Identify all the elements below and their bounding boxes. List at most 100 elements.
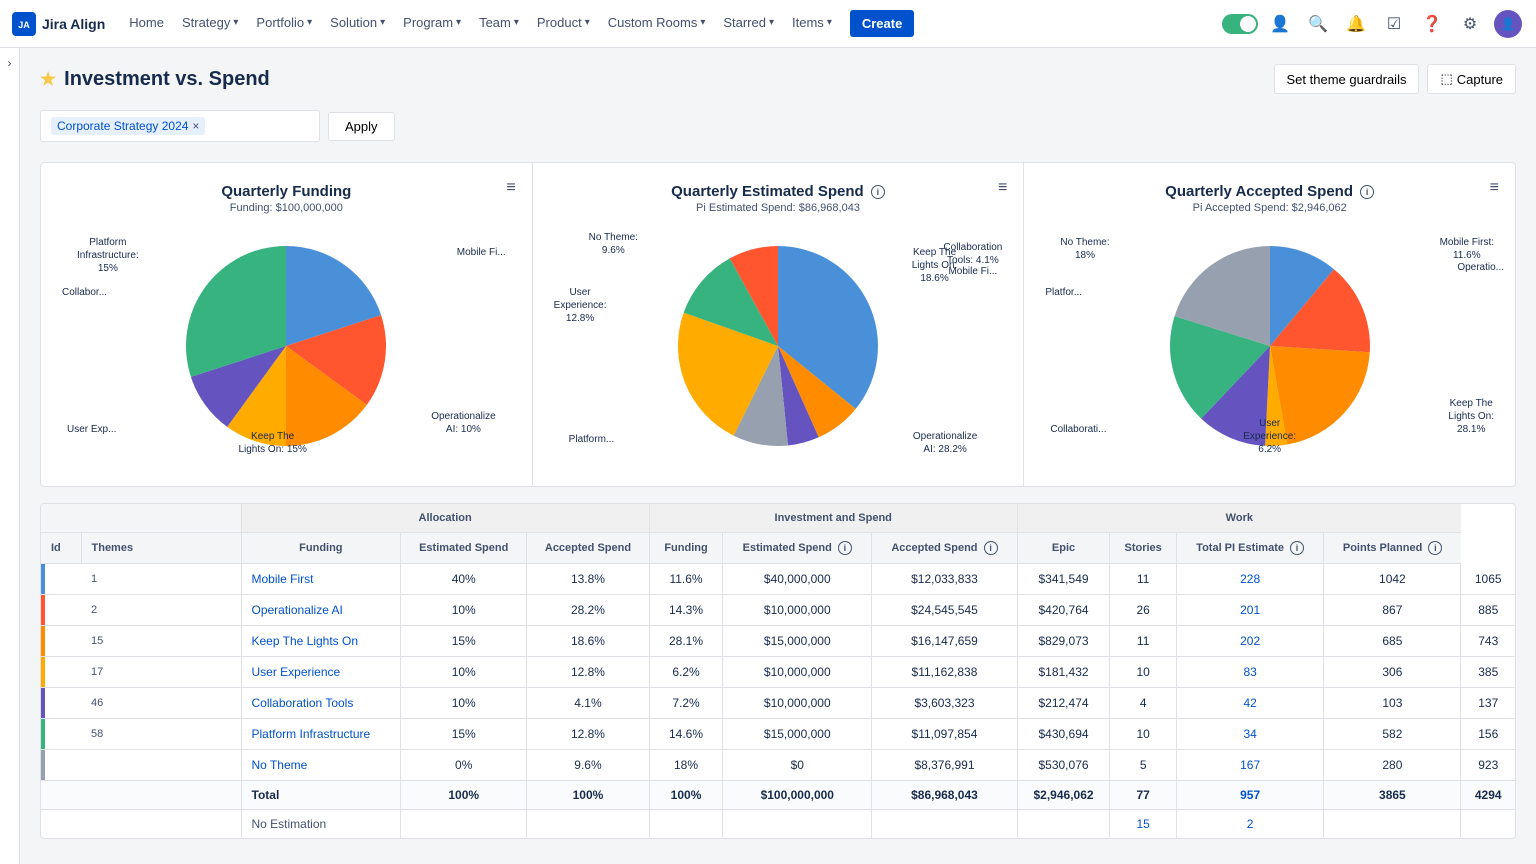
create-button[interactable]: Create: [850, 10, 914, 37]
label-mobile-acc: Mobile First:11.6%: [1440, 237, 1494, 261]
cell-acc-spend-pct: 14.6%: [649, 719, 723, 750]
apply-button[interactable]: Apply: [328, 112, 395, 141]
label-operationalize: OperationalizeAI: 10%: [431, 411, 495, 435]
page-actions: Set theme guardrails ⬚ Capture: [1274, 64, 1517, 94]
app-logo[interactable]: JA Jira Align: [12, 12, 105, 36]
label-no-theme-est: No Theme:9.6%: [589, 232, 638, 256]
info-icon[interactable]: i: [984, 541, 998, 555]
cell-total-funding: $100,000,000: [723, 781, 872, 810]
table-row: 15 Keep The Lights On 15% 18.6% 28.1% $1…: [41, 626, 1515, 657]
quarterly-estimated-subtitle: Pi Estimated Spend: $86,968,043: [549, 202, 1008, 214]
search-icon[interactable]: 🔍: [1302, 8, 1334, 40]
capture-button[interactable]: ⬚ Capture: [1427, 64, 1516, 94]
section-header-row: Allocation Investment and Spend Work: [41, 504, 1515, 533]
work-header: Work: [1017, 504, 1461, 533]
cell-acc-spend: $420,764: [1017, 595, 1110, 626]
bell-icon[interactable]: 🔔: [1340, 8, 1372, 40]
cell-funding-pct: 10%: [401, 688, 527, 719]
cell-est-spend-pct: 13.8%: [527, 564, 650, 595]
cell-est-spend-pct: 28.2%: [527, 595, 650, 626]
help-icon[interactable]: ❓: [1416, 8, 1448, 40]
cell-noest-label: No Estimation: [241, 810, 401, 839]
cell-noest-blank7: [1324, 810, 1461, 839]
toggle-switch[interactable]: [1222, 14, 1258, 34]
cell-color-stripe: [41, 657, 81, 688]
info-icon[interactable]: i: [1290, 541, 1304, 555]
theme-link[interactable]: Keep The Lights On: [252, 634, 359, 648]
chart-menu-icon[interactable]: ≡: [998, 179, 1007, 197]
nav-team[interactable]: Team▾: [471, 0, 527, 48]
cell-acc-spend: $829,073: [1017, 626, 1110, 657]
nav-program[interactable]: Program▾: [395, 0, 469, 48]
filter-tag-close[interactable]: ×: [192, 119, 199, 133]
cell-id: 2: [81, 595, 241, 626]
cell-points: 156: [1461, 719, 1515, 750]
filter-input[interactable]: Corporate Strategy 2024 ×: [40, 110, 320, 142]
cell-theme: No Theme: [241, 750, 401, 781]
empty-header: [41, 504, 241, 533]
nav-strategy[interactable]: Strategy▾: [174, 0, 246, 48]
chart-menu-icon[interactable]: ≡: [1490, 179, 1499, 197]
quarterly-accepted-chart: Mobile First:11.6% Operatio... Keep TheL…: [1040, 226, 1499, 466]
cell-stories: 202: [1176, 626, 1323, 657]
label-op-ai-acc: Operatio...: [1457, 262, 1504, 273]
nav-portfolio[interactable]: Portfolio▾: [248, 0, 320, 48]
nav-home[interactable]: Home: [121, 0, 172, 48]
col-pi-estimate: Total PI Estimate i: [1176, 533, 1323, 564]
quarterly-funding-subtitle: Funding: $100,000,000: [57, 202, 516, 214]
cell-total-points: 4294: [1461, 781, 1515, 810]
col-inv-acc: Accepted Spend i: [872, 533, 1017, 564]
user-icon[interactable]: 👤: [1264, 8, 1296, 40]
nav-solution[interactable]: Solution▾: [322, 0, 393, 48]
info-icon[interactable]: i: [871, 185, 885, 199]
cell-points: 885: [1461, 595, 1515, 626]
cell-points: 137: [1461, 688, 1515, 719]
chevron-down-icon: ▾: [514, 17, 519, 28]
cell-epic: 5: [1110, 750, 1177, 781]
nav-items-menu[interactable]: Items▾: [784, 0, 840, 48]
chart-menu-icon[interactable]: ≡: [506, 179, 515, 197]
star-icon[interactable]: ★: [40, 69, 56, 90]
checkbox-icon[interactable]: ☑: [1378, 8, 1410, 40]
cell-est-spend: $11,097,854: [872, 719, 1017, 750]
info-icon[interactable]: i: [1360, 185, 1374, 199]
info-icon[interactable]: i: [838, 541, 852, 555]
toggle-knob: [1240, 16, 1256, 32]
col-inv-funding: Funding: [649, 533, 723, 564]
cell-est-spend-pct: 18.6%: [527, 626, 650, 657]
cell-total-acc-pct: 100%: [649, 781, 723, 810]
cell-est-spend: $16,147,659: [872, 626, 1017, 657]
theme-link[interactable]: Platform Infrastructure: [252, 727, 371, 741]
cell-noest-blank1: [401, 810, 527, 839]
nav-product[interactable]: Product▾: [529, 0, 598, 48]
set-theme-guardrails-button[interactable]: Set theme guardrails: [1274, 64, 1420, 94]
theme-link[interactable]: Operationalize AI: [252, 603, 343, 617]
label-platform-acc: Platfor...: [1045, 287, 1082, 298]
theme-link[interactable]: Mobile First: [252, 572, 314, 586]
sidebar-toggle[interactable]: ›: [8, 56, 12, 70]
avatar[interactable]: 👤: [1492, 8, 1524, 40]
chevron-down-icon: ▾: [456, 17, 461, 28]
info-icon[interactable]: i: [1428, 541, 1442, 555]
label-no-theme-acc: No Theme:18%: [1060, 237, 1109, 261]
cell-color-stripe: [41, 564, 81, 595]
table-row: 2 Operationalize AI 10% 28.2% 14.3% $10,…: [41, 595, 1515, 626]
quarterly-estimated-title: Quarterly Estimated Spend i: [549, 183, 1008, 200]
theme-link[interactable]: User Experience: [252, 665, 341, 679]
nav-starred[interactable]: Starred▾: [715, 0, 782, 48]
table-row: 46 Collaboration Tools 10% 4.1% 7.2% $10…: [41, 688, 1515, 719]
cell-theme: Collaboration Tools: [241, 688, 401, 719]
nav-custom-rooms[interactable]: Custom Rooms▾: [600, 0, 714, 48]
cell-total-stories: 957: [1176, 781, 1323, 810]
chevron-down-icon: ▾: [380, 17, 385, 28]
col-epic: Epic: [1017, 533, 1110, 564]
table-row: 1 Mobile First 40% 13.8% 11.6% $40,000,0…: [41, 564, 1515, 595]
cell-acc-spend: $530,076: [1017, 750, 1110, 781]
theme-link[interactable]: No Theme: [252, 758, 308, 772]
settings-icon[interactable]: ⚙: [1454, 8, 1486, 40]
label-mobile-first: Mobile Fi...: [457, 247, 506, 258]
cell-color-stripe: [41, 595, 81, 626]
theme-link[interactable]: Collaboration Tools: [252, 696, 354, 710]
cell-color-stripe: [41, 750, 81, 781]
table-row: 17 User Experience 10% 12.8% 6.2% $10,00…: [41, 657, 1515, 688]
